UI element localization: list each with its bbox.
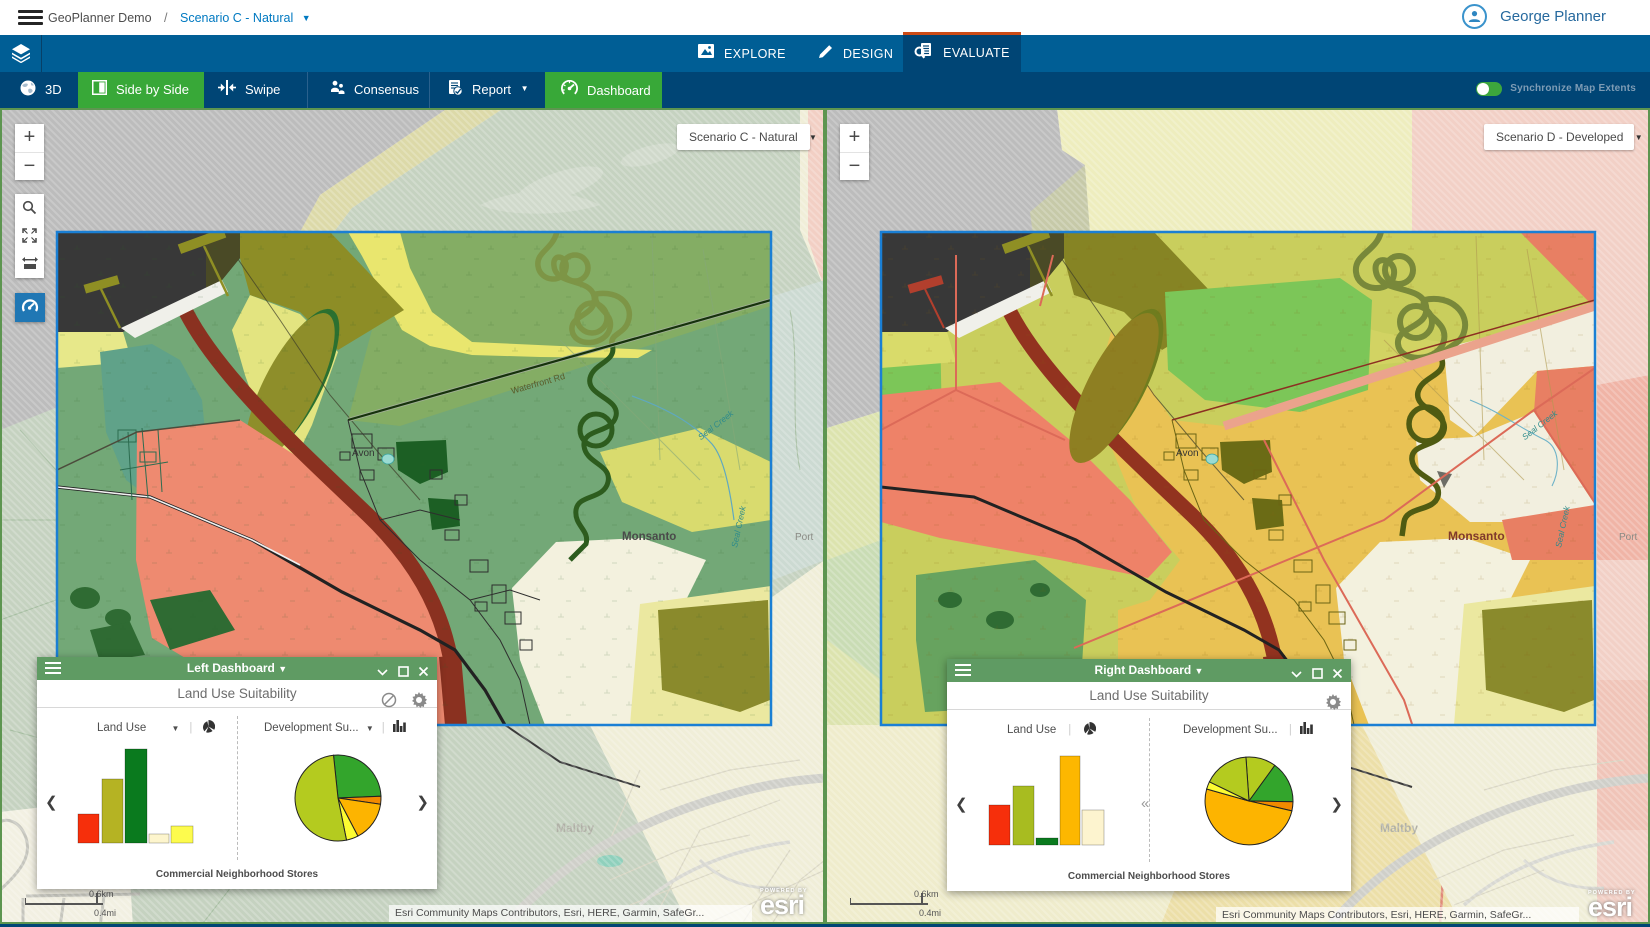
- svg-text:Avon: Avon: [352, 448, 375, 459]
- svg-text:Monsanto: Monsanto: [622, 531, 676, 543]
- svg-text:Monsanto: Monsanto: [1448, 529, 1505, 543]
- svg-text:Avon: Avon: [1176, 448, 1199, 459]
- svg-text:Port: Port: [795, 532, 814, 543]
- svg-text:Port: Port: [1619, 532, 1638, 543]
